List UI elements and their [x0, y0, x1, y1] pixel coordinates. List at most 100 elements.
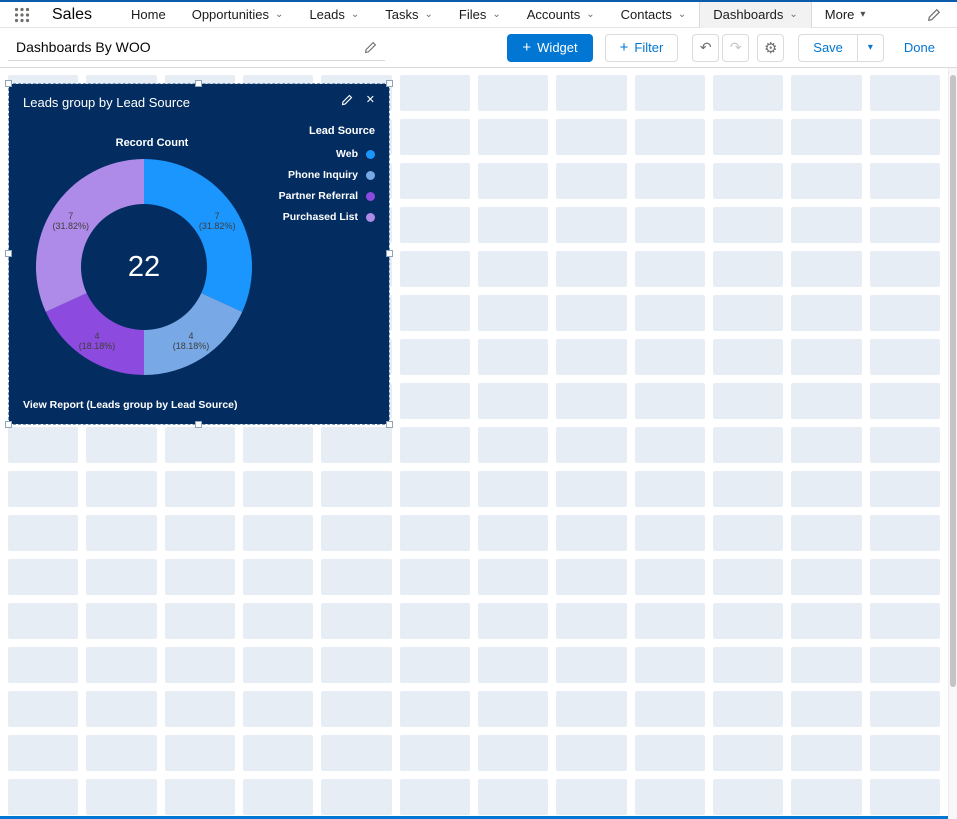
grid-cell: [556, 163, 627, 199]
grid-cell: [556, 251, 627, 287]
tab-label: Dashboards: [713, 7, 784, 22]
scrollbar-thumb[interactable]: [950, 75, 956, 687]
edit-title-pencil-icon[interactable]: [364, 41, 377, 54]
tab-label: Home: [131, 7, 166, 22]
grid-cell: [556, 735, 627, 771]
tab-leads[interactable]: Leads ⌄: [296, 2, 372, 28]
grid-cell: [243, 779, 314, 815]
dashboard-properties-button[interactable]: ⚙: [757, 33, 785, 62]
legend-label: Partner Referral: [278, 190, 358, 202]
grid-cell: [713, 515, 784, 551]
tab-label: Accounts: [526, 7, 581, 22]
grid-cell: [869, 295, 940, 331]
grid-cell: [164, 691, 235, 727]
grid-cell: [791, 515, 862, 551]
undo-button[interactable]: ↶: [692, 33, 720, 62]
grid-cell: [634, 295, 705, 331]
donut-slice-web[interactable]: [144, 159, 252, 312]
grid-cell: [869, 515, 940, 551]
resize-handle-bottom-right[interactable]: [386, 421, 393, 428]
donut-slice-purchased-list[interactable]: [35, 159, 144, 312]
grid-cell: [399, 779, 470, 815]
resize-handle-top-right[interactable]: [386, 80, 393, 87]
dashboard-title-field[interactable]: Dashboards By WOO: [8, 34, 385, 61]
grid-cell: [478, 471, 549, 507]
grid-cell: [86, 691, 157, 727]
tab-contacts[interactable]: Contacts ⌄: [608, 2, 700, 28]
legend-item-phone-inquiry[interactable]: Phone Inquiry: [279, 169, 375, 181]
grid-cell: [478, 75, 549, 111]
grid-cell: [478, 163, 549, 199]
grid-cell: [869, 163, 940, 199]
tab-label: Opportunities: [191, 7, 270, 22]
grid-cell: [556, 603, 627, 639]
grid-cell: [8, 691, 79, 727]
save-button[interactable]: Save: [798, 33, 858, 62]
resize-handle-top-center[interactable]: [195, 80, 202, 87]
dashboard-title[interactable]: Dashboards By WOO: [16, 39, 151, 55]
legend-item-web[interactable]: Web: [279, 148, 375, 160]
grid-cell: [634, 647, 705, 683]
chevron-down-icon: ⌄: [350, 8, 360, 20]
grid-cell: [869, 75, 940, 111]
grid-cell: [86, 779, 157, 815]
grid-cell: [399, 647, 470, 683]
grid-cell: [634, 163, 705, 199]
save-split-button: Save ▾: [798, 33, 884, 62]
tab-tasks[interactable]: Tasks ⌄: [372, 2, 446, 28]
chevron-down-icon: ⌄: [789, 8, 798, 20]
vertical-scrollbar[interactable]: [948, 68, 957, 819]
redo-button[interactable]: ↷: [722, 33, 750, 62]
grid-cell: [556, 75, 627, 111]
grid-cell: [869, 207, 940, 243]
grid-cell: [399, 735, 470, 771]
view-report-link[interactable]: View Report (Leads group by Lead Source): [23, 399, 238, 411]
grid-cell: [634, 515, 705, 551]
grid-cell: [321, 515, 392, 551]
donut-chart-widget[interactable]: Leads group by Lead Source ✕ Record Coun…: [9, 84, 389, 424]
done-button[interactable]: Done: [895, 33, 943, 62]
grid-cell: [634, 559, 705, 595]
waffle-grid-icon: [14, 7, 30, 22]
grid-cell: [556, 779, 627, 815]
tab-accounts[interactable]: Accounts ⌄: [514, 2, 608, 28]
caret-down-icon: ▾: [867, 42, 873, 53]
grid-cell: [634, 779, 705, 815]
grid-cell: [556, 471, 627, 507]
legend-item-purchased-list[interactable]: Purchased List: [279, 211, 375, 223]
legend-swatch: [366, 212, 375, 222]
remove-widget-close-icon[interactable]: ✕: [366, 93, 375, 106]
tab-files[interactable]: Files ⌄: [446, 2, 514, 28]
selected-widget-container[interactable]: Leads group by Lead Source ✕ Record Coun…: [5, 80, 393, 428]
resize-handle-top-left[interactable]: [5, 80, 12, 87]
resize-handle-mid-left[interactable]: [5, 250, 12, 257]
app-launcher-icon[interactable]: [14, 6, 36, 24]
edit-widget-pencil-icon[interactable]: [341, 94, 353, 106]
grid-cell: [713, 559, 784, 595]
grid-cell: [243, 427, 314, 463]
legend-title: Lead Source: [308, 125, 375, 137]
legend-swatch: [366, 170, 375, 180]
grid-cell: [791, 339, 862, 375]
tab-more[interactable]: More ▾: [812, 2, 879, 28]
grid-cell: [478, 295, 549, 331]
edit-page-pencil-icon[interactable]: [927, 8, 941, 22]
grid-cell: [713, 207, 784, 243]
tab-dashboards[interactable]: Dashboards ⌄: [699, 1, 812, 28]
tab-opportunities[interactable]: Opportunities ⌄: [179, 2, 297, 28]
grid-cell: [86, 735, 157, 771]
tab-home[interactable]: Home: [118, 2, 179, 28]
grid-cell: [869, 603, 940, 639]
resize-handle-mid-right[interactable]: [386, 250, 393, 257]
resize-handle-bottom-center[interactable]: [195, 421, 202, 428]
add-widget-button[interactable]: + Widget: [507, 33, 593, 62]
grid-cell: [478, 691, 549, 727]
grid-cell: [243, 559, 314, 595]
grid-cell: [713, 295, 784, 331]
resize-handle-bottom-left[interactable]: [5, 421, 12, 428]
add-filter-button[interactable]: + Filter: [604, 33, 679, 62]
grid-cell: [791, 427, 862, 463]
save-dropdown-button[interactable]: ▾: [857, 33, 884, 62]
legend-item-partner-referral[interactable]: Partner Referral: [279, 190, 375, 202]
legend-swatch: [366, 191, 375, 201]
